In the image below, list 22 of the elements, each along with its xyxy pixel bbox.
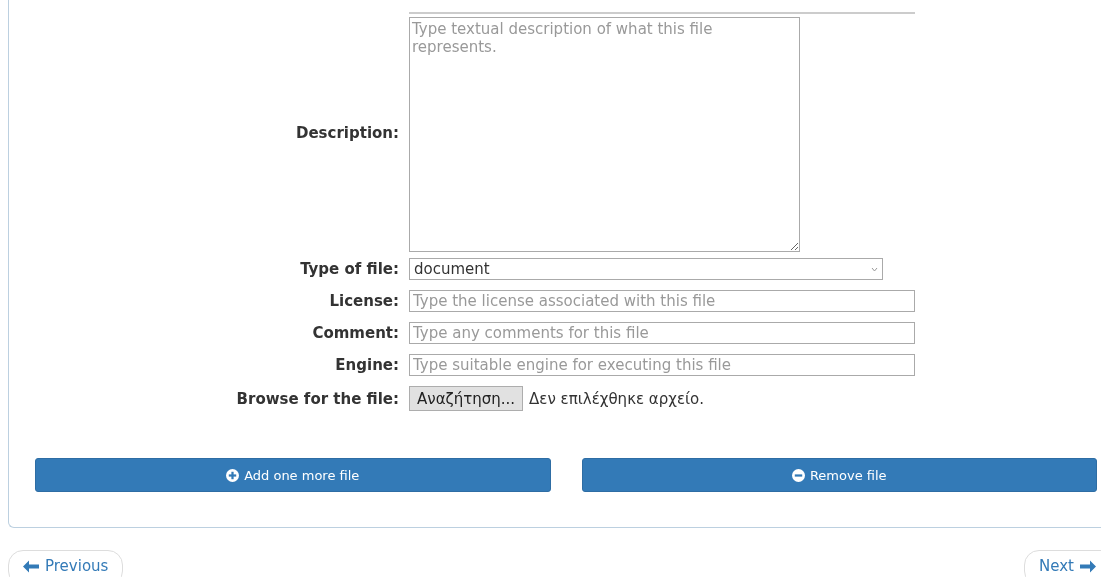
plus-circle-icon: [226, 468, 240, 482]
input-field[interactable]: Type any comments for this file: [409, 322, 915, 344]
field-label: Engine:: [335, 356, 399, 374]
input-field[interactable]: Type suitable engine for executing this file: [409, 354, 915, 376]
caret-icon: [871, 266, 878, 272]
field-label: Comment:: [312, 324, 399, 342]
field-label: Description:: [296, 123, 399, 142]
file-status: Δεν επιλέχθηκε αρχείο.: [529, 389, 705, 408]
next-button[interactable]: Next: [1024, 550, 1101, 577]
field-label: Type of file:: [300, 260, 399, 278]
field-label: Browse for the file:: [236, 389, 399, 408]
remove-file-button[interactable]: Remove file: [581, 458, 1097, 492]
minus-circle-icon: [791, 468, 805, 482]
add-file-button[interactable]: Add one more file: [35, 458, 551, 492]
previous-button[interactable]: Previous: [8, 550, 124, 577]
input-field[interactable]: Type the license associated with this file: [409, 290, 915, 312]
arrow-left-icon: [23, 559, 39, 573]
field-label: License:: [329, 292, 399, 310]
type-select[interactable]: document: [409, 258, 883, 280]
browse-button[interactable]: Αναζήτηση...: [409, 386, 524, 411]
arrow-right-icon: [1080, 559, 1096, 573]
description-field[interactable]: Type textual description of what this file represents.: [409, 17, 800, 252]
